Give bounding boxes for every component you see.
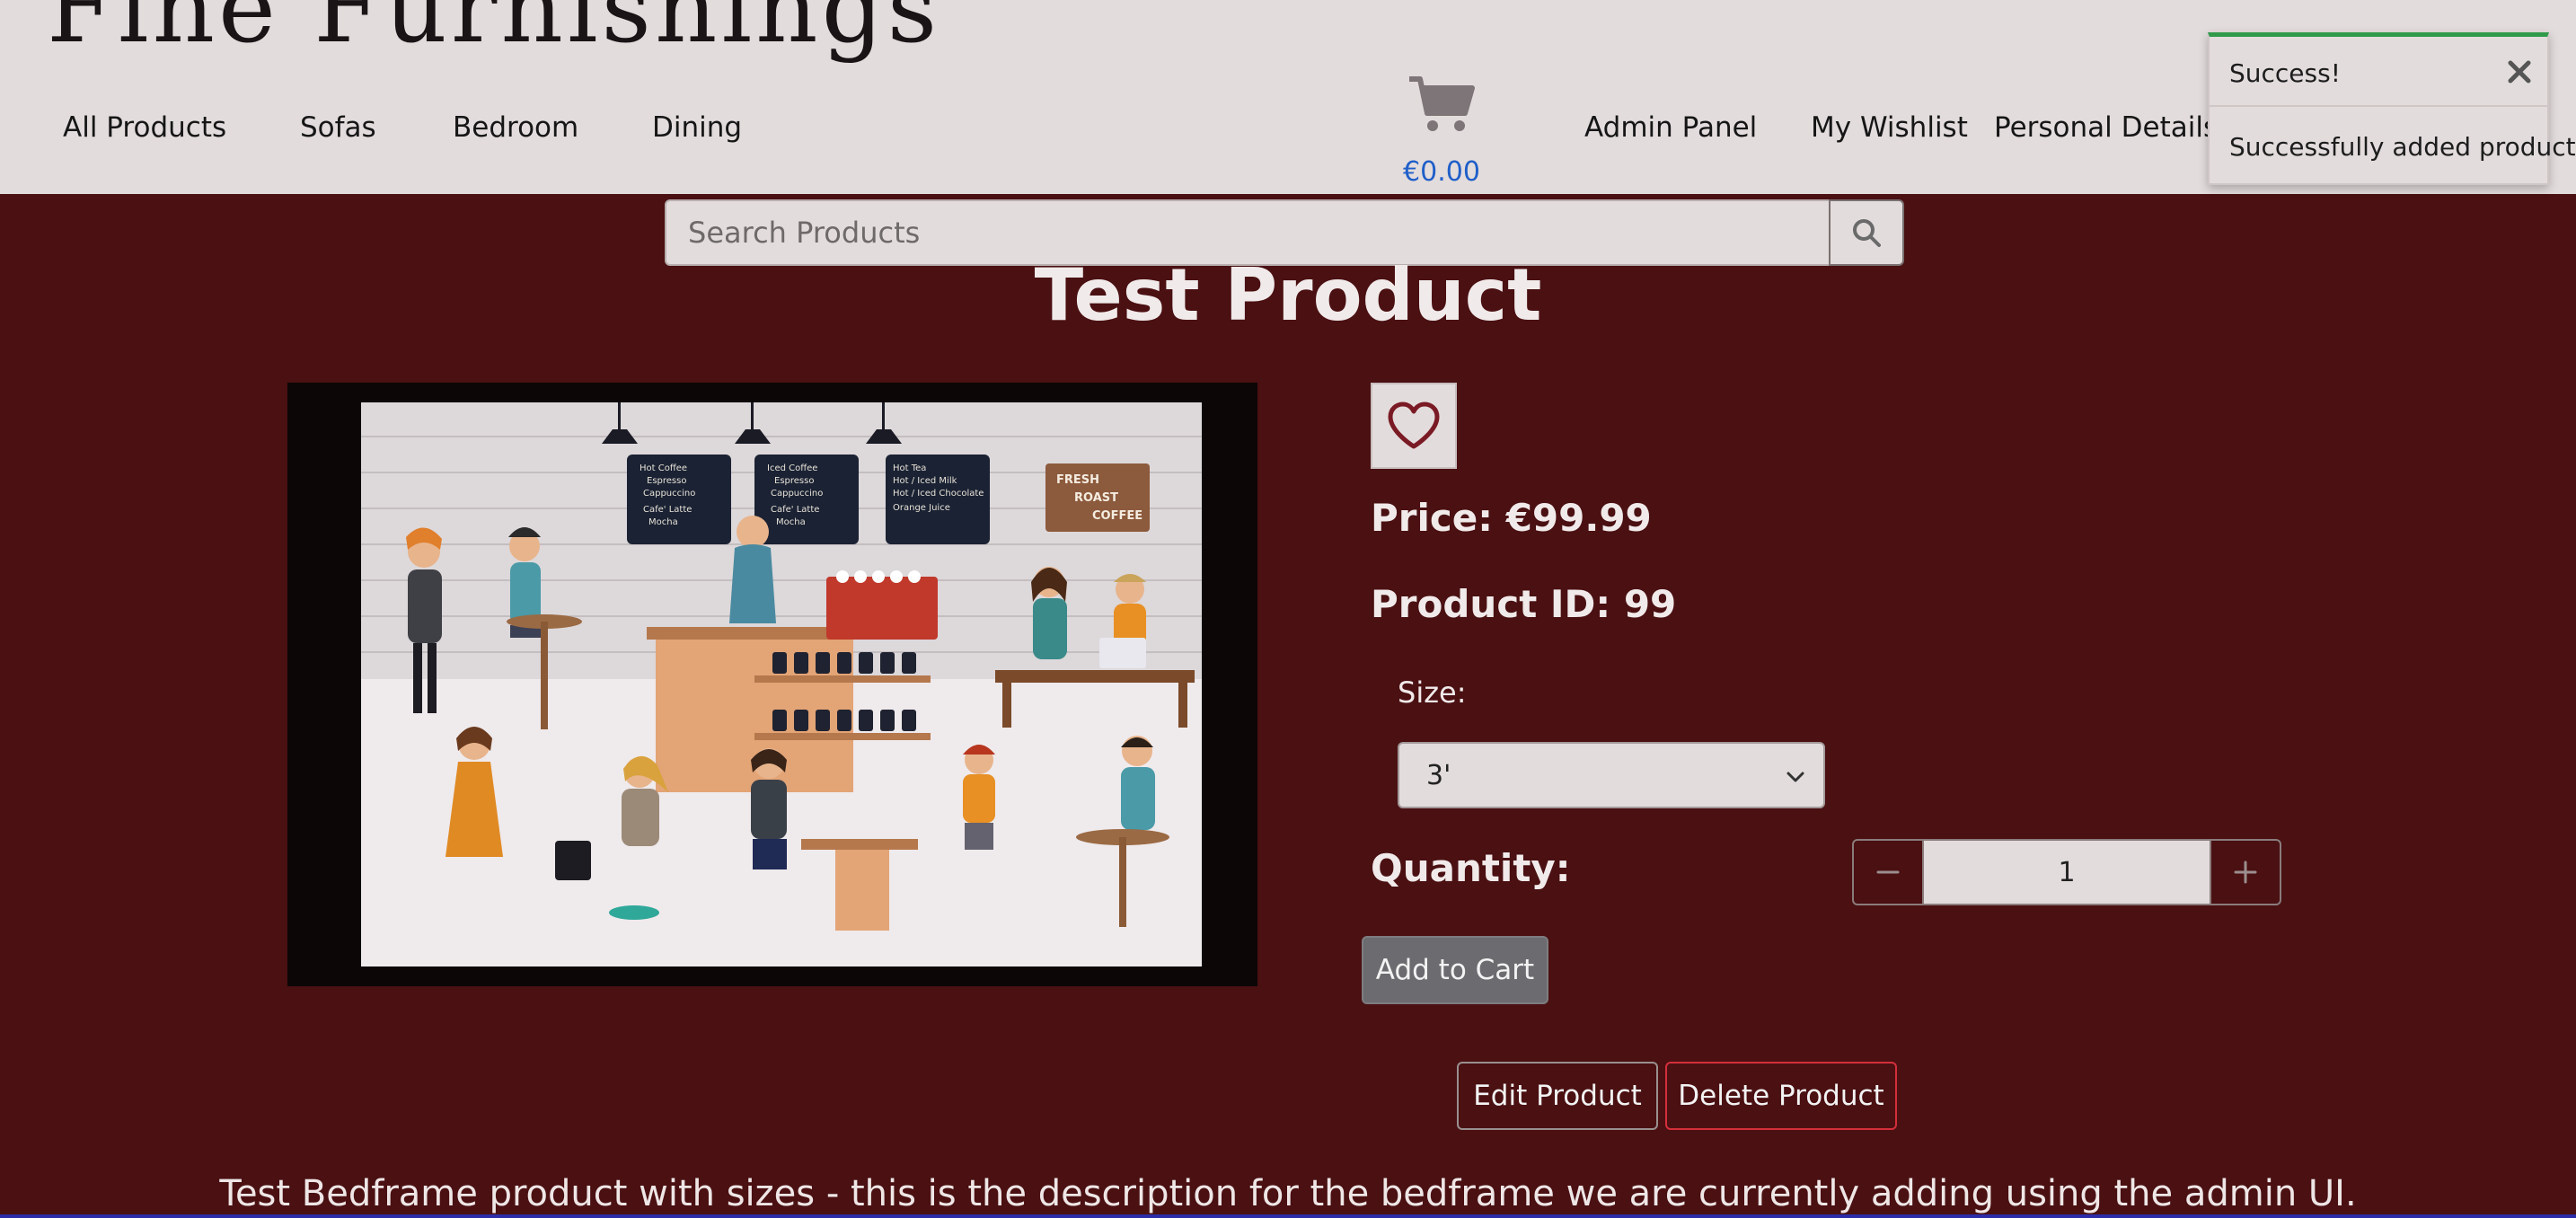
nav-all-products[interactable]: All Products	[63, 111, 226, 144]
menu-board-2-line-2: Espresso	[774, 476, 814, 486]
quantity-label: Quantity:	[1371, 846, 1571, 890]
nav-admin-panel[interactable]: Admin Panel	[1584, 111, 1757, 144]
menu-board-2-line-5: Mocha	[776, 517, 806, 527]
sign-line-2: ROAST	[1074, 491, 1118, 505]
menu-board-2-line-1: Iced Coffee	[767, 463, 817, 473]
delete-product-button[interactable]: Delete Product	[1665, 1062, 1897, 1130]
toast-title: Success!	[2229, 58, 2341, 88]
menu-board-1-line-4: Cafe' Latte	[643, 505, 692, 515]
wishlist-button[interactable]	[1371, 383, 1457, 469]
close-icon[interactable]	[2506, 49, 2533, 92]
increment-button[interactable]	[2210, 839, 2281, 905]
nav-sofas[interactable]: Sofas	[300, 111, 376, 144]
minus-icon	[1876, 870, 1900, 874]
menu-board-3-line-4: Orange Juice	[893, 503, 950, 513]
cart-total[interactable]: €0.00	[1383, 156, 1500, 188]
plus-icon	[2234, 861, 2257, 884]
menu-board-1-line-1: Hot Coffee	[640, 463, 687, 473]
add-to-cart-button[interactable]: Add to Cart	[1362, 936, 1548, 1004]
quantity-input[interactable]	[1922, 839, 2211, 905]
nav-dining[interactable]: Dining	[652, 111, 742, 144]
heart-icon	[1388, 402, 1440, 449]
product-image: Hot Coffee Espresso Cappuccino Cafe' Lat…	[287, 383, 1257, 986]
cart-link[interactable]	[1401, 74, 1482, 135]
toast-message: Successfully added product!	[2229, 132, 2576, 162]
success-toast: Success! Successfully added product!	[2208, 32, 2576, 185]
decrement-button[interactable]	[1852, 839, 1924, 905]
nav-my-wishlist[interactable]: My Wishlist	[1811, 111, 1968, 144]
menu-board-3-line-3: Hot / Iced Chocolate	[893, 489, 984, 499]
nav-bedroom[interactable]: Bedroom	[453, 111, 578, 144]
site-header: Fine Furnishings All Products Sofas Bedr…	[0, 0, 2576, 194]
menu-board-3-line-2: Hot / Iced Milk	[893, 476, 957, 486]
chevron-down-icon	[1786, 772, 1804, 782]
product-price: Price: €99.99	[1371, 496, 1652, 540]
edit-product-button[interactable]: Edit Product	[1457, 1062, 1658, 1130]
menu-board-1-line-5: Mocha	[648, 517, 678, 527]
page-bottom-edge	[0, 1214, 2576, 1218]
menu-board-1-line-2: Espresso	[647, 476, 686, 486]
brand-logo[interactable]: Fine Furnishings	[47, 0, 940, 72]
menu-board-1-line-3: Cappuccino	[643, 489, 695, 499]
size-label: Size:	[1398, 675, 1467, 710]
menu-board-2-line-3: Cappuccino	[771, 489, 823, 499]
nav-personal-details[interactable]: Personal Details	[1994, 111, 2218, 144]
product-id: Product ID: 99	[1371, 582, 1677, 626]
cafe-illustration: Hot Coffee Espresso Cappuccino Cafe' Lat…	[287, 383, 1257, 986]
size-select[interactable]: 3'	[1398, 742, 1825, 808]
sign-line-3: COFFEE	[1092, 509, 1142, 523]
product-title: Test Product	[1034, 253, 1542, 337]
toast-header: Success!	[2210, 37, 2547, 107]
shopping-cart-icon	[1409, 76, 1475, 131]
menu-board-3-line-1: Hot Tea	[893, 463, 926, 473]
search-icon	[1853, 219, 1881, 247]
product-description: Test Bedframe product with sizes - this …	[219, 1173, 2357, 1214]
sign-line-1: FRESH	[1056, 473, 1099, 487]
size-selected-value: 3'	[1426, 759, 1451, 791]
menu-board-2-line-4: Cafe' Latte	[771, 505, 819, 515]
